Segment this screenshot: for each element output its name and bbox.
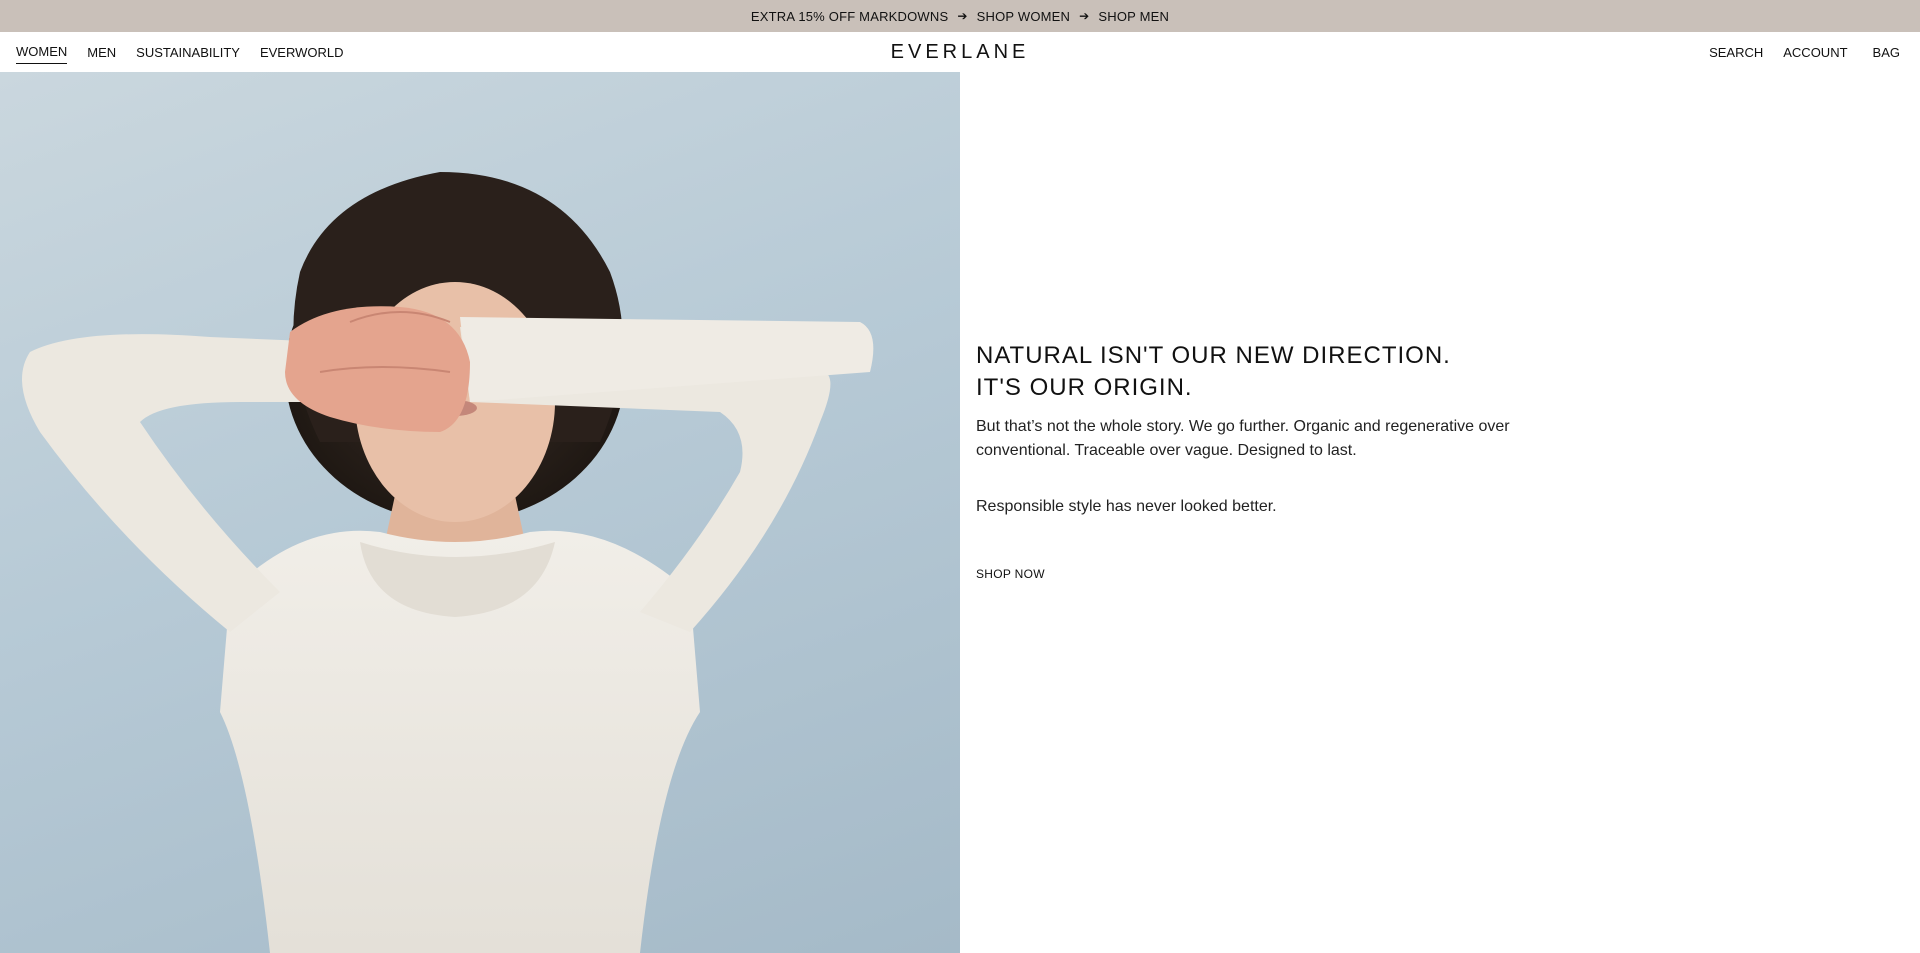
bag-link[interactable]: BAG <box>1873 45 1900 60</box>
hero-headline: NATURAL ISN'T OUR NEW DIRECTION. IT'S OU… <box>976 340 1536 404</box>
arrow-right-icon: ➔ <box>1079 9 1090 23</box>
account-link[interactable]: ACCOUNT <box>1783 45 1847 60</box>
model-illustration <box>22 172 874 953</box>
hero-tagline: Responsible style has never looked bette… <box>976 498 1277 515</box>
nav-everworld-link[interactable]: EVERWORLD <box>260 41 344 64</box>
main-navigation: WOMEN MEN SUSTAINABILITY EVERWORLD EVERL… <box>0 32 1920 72</box>
promo-shop-men-link[interactable]: SHOP MEN <box>1098 9 1169 24</box>
nav-sustainability-link[interactable]: SUSTAINABILITY <box>136 41 240 64</box>
search-link[interactable]: SEARCH <box>1709 45 1763 60</box>
hero-body-text: But that’s not the whole story. We go fu… <box>976 418 1510 459</box>
nav-utilities: SEARCH ACCOUNT BAG <box>1709 32 1900 72</box>
hero-image <box>0 72 960 953</box>
promo-shop-women-link[interactable]: SHOP WOMEN <box>977 9 1071 24</box>
shop-now-button[interactable]: SHOP NOW <box>976 567 1045 581</box>
headline-line-2: IT'S OUR ORIGIN. <box>976 374 1193 401</box>
nav-men-link[interactable]: MEN <box>87 41 116 64</box>
hero-copy: NATURAL ISN'T OUR NEW DIRECTION. IT'S OU… <box>976 340 1536 583</box>
promo-markdowns-link[interactable]: EXTRA 15% OFF MARKDOWNS <box>751 9 948 24</box>
promo-banner: EXTRA 15% OFF MARKDOWNS ➔ SHOP WOMEN ➔ S… <box>0 0 1920 32</box>
arrow-right-icon: ➔ <box>957 9 968 23</box>
nav-women-link[interactable]: WOMEN <box>16 40 68 64</box>
nav-categories: WOMEN MEN SUSTAINABILITY EVERWORLD <box>16 32 344 72</box>
brand-logo[interactable]: EVERLANE <box>891 41 1030 63</box>
headline-line-1: NATURAL ISN'T OUR NEW DIRECTION. <box>976 342 1451 369</box>
